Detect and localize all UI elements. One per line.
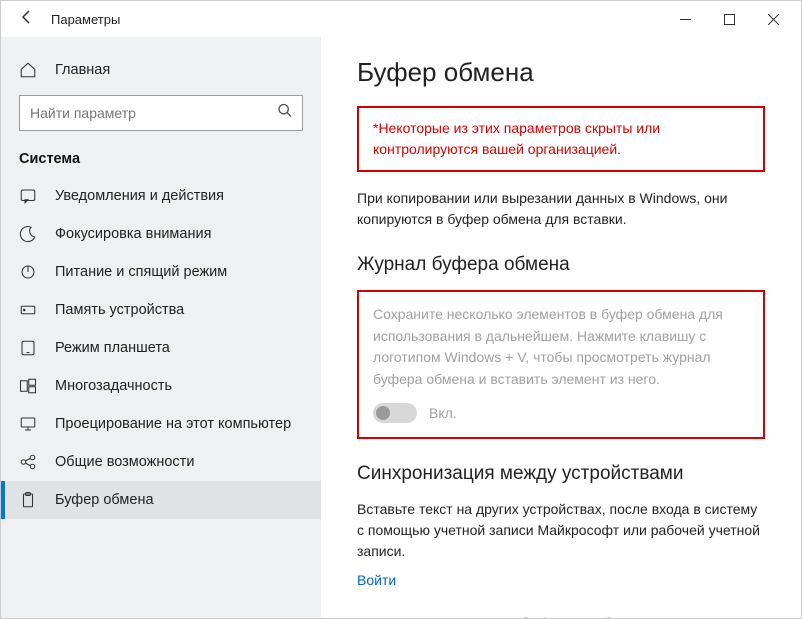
history-heading: Журнал буфера обмена [357, 254, 765, 276]
sidebar-item-label: Режим планшета [55, 340, 170, 356]
maximize-button[interactable] [707, 1, 751, 37]
signin-link[interactable]: Войти [357, 572, 396, 588]
history-toggle[interactable] [373, 403, 417, 423]
sidebar-item-label: Память устройства [55, 302, 184, 318]
sidebar-item-label: Многозадачность [55, 378, 172, 394]
share-icon [19, 453, 37, 471]
sidebar-item-focus-assist[interactable]: Фокусировка внимания [1, 215, 321, 253]
multitask-icon [19, 377, 37, 395]
page-title: Буфер обмена [357, 57, 765, 88]
policy-notice: *Некоторые из этих параметров скрыты или… [357, 106, 765, 172]
history-description: Сохраните несколько элементов в буфер об… [373, 304, 749, 391]
search-icon [277, 103, 293, 124]
intro-text: При копировании или вырезании данных в W… [357, 188, 765, 230]
power-icon [19, 263, 37, 281]
sidebar-item-label: Проецирование на этот компьютер [55, 416, 291, 432]
sidebar-item-projecting[interactable]: Проецирование на этот компьютер [1, 405, 321, 443]
content-area: Буфер обмена *Некоторые из этих параметр… [321, 37, 801, 618]
sidebar-home[interactable]: Главная [1, 51, 321, 89]
notification-icon [19, 187, 37, 205]
tablet-icon [19, 339, 37, 357]
sidebar-item-tablet-mode[interactable]: Режим планшета [1, 329, 321, 367]
clear-heading-partial: Очистить данные буфера обмена [357, 616, 765, 618]
sidebar-item-label: Фокусировка внимания [55, 226, 211, 242]
sidebar-home-label: Главная [55, 62, 110, 78]
sync-heading: Синхронизация между устройствами [357, 463, 765, 485]
sidebar-item-label: Буфер обмена [55, 492, 154, 508]
titlebar: Параметры [1, 1, 801, 37]
window-title: Параметры [51, 12, 120, 27]
sidebar-item-label: Общие возможности [55, 454, 194, 470]
sync-description: Вставьте текст на других устройствах, по… [357, 499, 765, 562]
sidebar-item-power-sleep[interactable]: Питание и спящий режим [1, 253, 321, 291]
moon-icon [19, 225, 37, 243]
clipboard-icon [19, 491, 37, 509]
sidebar-item-storage[interactable]: Память устройства [1, 291, 321, 329]
sidebar-category: Система [1, 145, 321, 177]
sidebar-item-shared-experiences[interactable]: Общие возможности [1, 443, 321, 481]
home-icon [19, 61, 37, 79]
sidebar: Главная Система Уведомления и действия Ф… [1, 37, 321, 618]
sidebar-item-label: Питание и спящий режим [55, 264, 227, 280]
sidebar-item-notifications[interactable]: Уведомления и действия [1, 177, 321, 215]
minimize-button[interactable] [663, 1, 707, 37]
storage-icon [19, 301, 37, 319]
history-toggle-label: Вкл. [429, 405, 457, 421]
back-button[interactable] [13, 9, 41, 30]
close-button[interactable] [751, 1, 795, 37]
history-section: Сохраните несколько элементов в буфер об… [357, 290, 765, 439]
sidebar-item-label: Уведомления и действия [55, 188, 224, 204]
search-input[interactable] [19, 95, 303, 131]
project-icon [19, 415, 37, 433]
sidebar-item-multitasking[interactable]: Многозадачность [1, 367, 321, 405]
sidebar-item-clipboard[interactable]: Буфер обмена [1, 481, 321, 519]
